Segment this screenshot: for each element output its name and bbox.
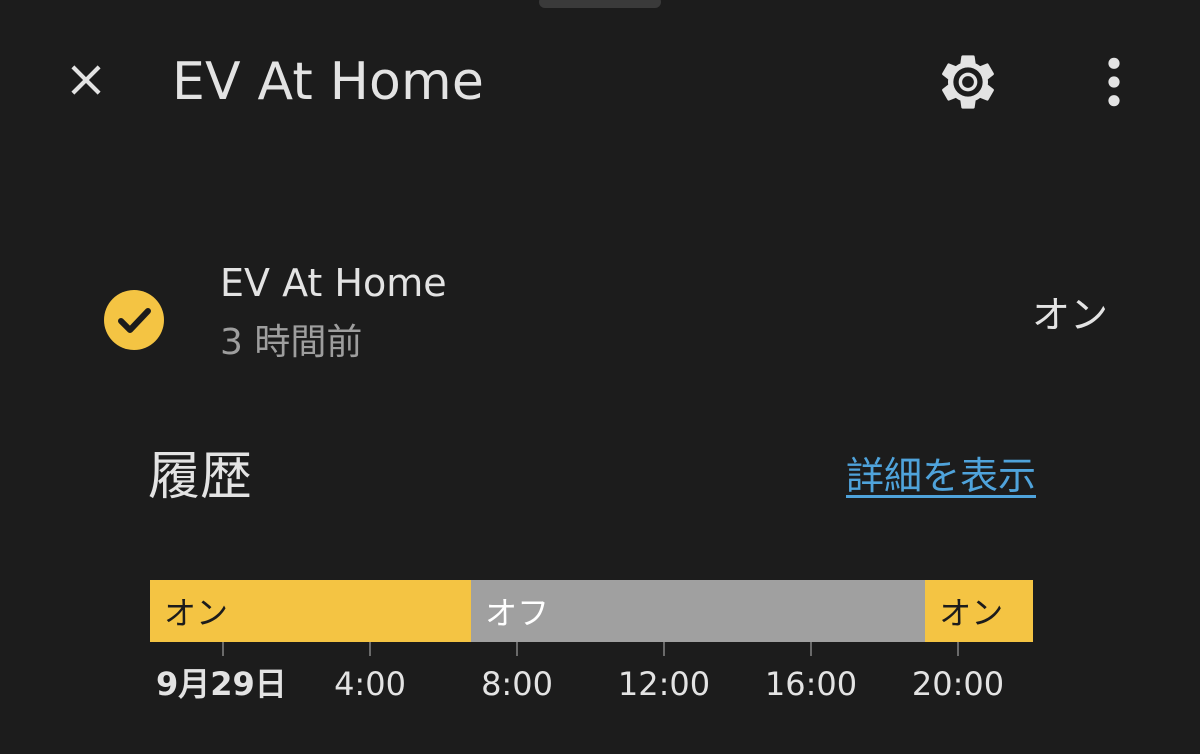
entity-last-changed: 3 時間前 xyxy=(220,322,363,363)
axis-tick xyxy=(663,642,665,656)
entity-state: オン xyxy=(1031,293,1108,337)
axis-tick-label: 12:00 xyxy=(617,665,711,703)
axis-tick-label: 8:00 xyxy=(481,665,553,703)
close-icon xyxy=(61,55,111,109)
axis-tick xyxy=(222,642,224,656)
show-more-link[interactable]: 詳細を表示 xyxy=(846,448,1036,504)
check-circle-icon xyxy=(102,288,166,352)
dialog-header: EV At Home xyxy=(0,0,1200,165)
history-timeline[interactable]: オン オフ オン xyxy=(150,580,1033,642)
axis-tick xyxy=(957,642,959,656)
more-info-dialog: EV At Home EV At Home 3 時間前 オン 履歴 詳細を表示 … xyxy=(0,0,1200,754)
axis-tick-label: 16:00 xyxy=(764,665,858,703)
timeline-segment-on[interactable]: オン xyxy=(150,580,472,642)
dialog-title: EV At Home xyxy=(172,52,485,112)
gear-icon xyxy=(936,50,1000,118)
axis-tick xyxy=(516,642,518,656)
entity-name: EV At Home xyxy=(220,261,447,305)
more-options-button[interactable] xyxy=(1082,46,1146,122)
more-vert-icon xyxy=(1104,54,1124,114)
close-button[interactable] xyxy=(52,48,120,116)
axis-tick-label: 9月29日 xyxy=(156,665,287,703)
axis-tick-label: 4:00 xyxy=(334,665,406,703)
timeline-segment-on[interactable]: オン xyxy=(925,580,1033,642)
history-title: 履歴 xyxy=(148,447,253,507)
timeline-axis: 9月29日 4:00 8:00 12:00 16:00 20:00 xyxy=(150,642,1033,722)
entity-row[interactable]: EV At Home 3 時間前 オン xyxy=(90,250,1130,380)
axis-tick xyxy=(810,642,812,656)
settings-button[interactable] xyxy=(930,46,1006,122)
axis-tick-label: 20:00 xyxy=(911,665,1005,703)
timeline-segment-off[interactable]: オフ xyxy=(471,580,926,642)
axis-tick xyxy=(369,642,371,656)
